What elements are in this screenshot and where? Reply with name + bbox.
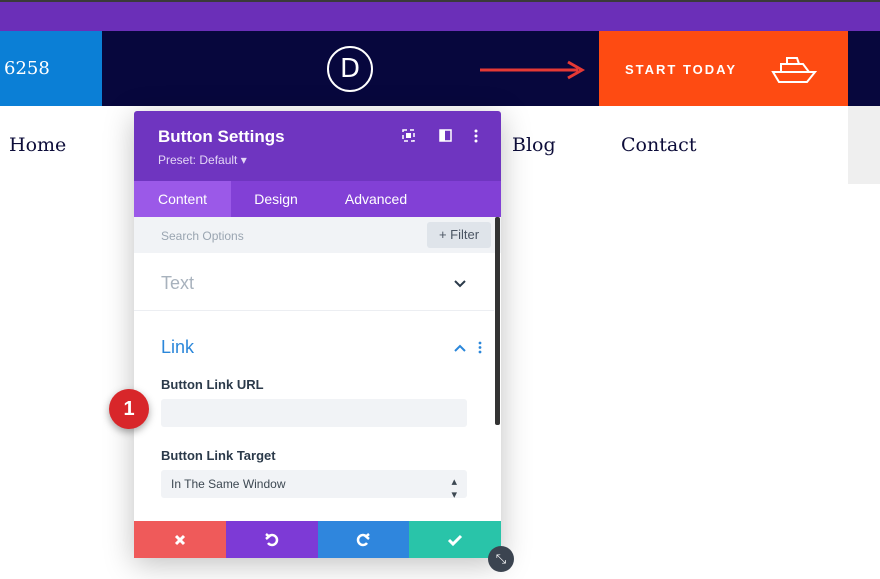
start-today-button[interactable]: START TODAY [599,31,848,106]
tab-advanced[interactable]: Advanced [321,181,431,217]
chevron-up-icon[interactable] [454,344,466,352]
section-link-title[interactable]: Link [161,337,194,358]
modal-footer [134,521,501,558]
section-link: Link Button Link URL Button Link Target … [134,311,494,521]
arrow-right-icon [480,60,586,80]
redo-icon [357,532,371,546]
chevron-down-icon [454,280,466,288]
phone-box[interactable]: 6258 [0,31,102,106]
undo-button[interactable] [225,521,318,558]
top-strip [0,0,880,31]
modal-title: Button Settings [158,127,285,146]
nav-contact[interactable]: Contact [621,134,696,156]
nav-blog[interactable]: Blog [512,134,556,156]
callout-badge: 1 [109,389,149,429]
modal-header: Button Settings Preset: Default ▾ [134,111,501,181]
search-options-bar[interactable]: Search Options + Filter [134,217,501,253]
tab-design[interactable]: Design [231,181,321,217]
scrollbar[interactable] [495,217,500,425]
redo-button[interactable] [317,521,410,558]
side-block [848,106,880,184]
save-icon [448,534,463,546]
fullscreen-icon[interactable] [402,129,415,145]
tab-content[interactable]: Content [134,181,231,217]
cta-label: START TODAY [625,62,738,77]
select-value: In The Same Window [171,477,286,491]
section-text-title: Text [161,273,195,293]
sidebar-icon[interactable] [439,129,452,145]
button-link-url-input[interactable] [161,399,467,427]
button-settings-modal: Button Settings Preset: Default ▾ Conten… [134,111,514,572]
select-arrows-icon: ▴ ▾ [451,476,457,501]
resize-handle-icon[interactable]: ⤡ [488,546,514,572]
site-logo[interactable]: D [327,46,373,92]
cancel-button[interactable] [134,521,226,558]
nav-home[interactable]: Home [9,134,66,156]
boat-icon [771,57,817,83]
button-link-url-label: Button Link URL [161,377,264,392]
phone-number: 6258 [4,58,50,79]
header-edge [848,31,880,106]
page: 6258 D START TODAY Home Blog Contact But… [0,0,880,579]
cancel-icon [174,534,185,545]
button-link-target-select[interactable]: In The Same Window ▴ ▾ [161,470,467,501]
search-input[interactable]: Search Options [161,229,244,243]
undo-icon [264,532,278,546]
filter-button[interactable]: + Filter [427,222,491,248]
modal-tabs: Content Design Advanced [134,181,501,217]
save-button[interactable] [409,521,501,558]
section-text-toggle[interactable]: Text [134,253,494,311]
more-icon[interactable] [473,129,479,146]
button-link-target-label: Button Link Target [161,448,276,463]
section-more-icon[interactable] [478,341,482,354]
preset-dropdown[interactable]: Preset: Default ▾ [158,153,247,167]
